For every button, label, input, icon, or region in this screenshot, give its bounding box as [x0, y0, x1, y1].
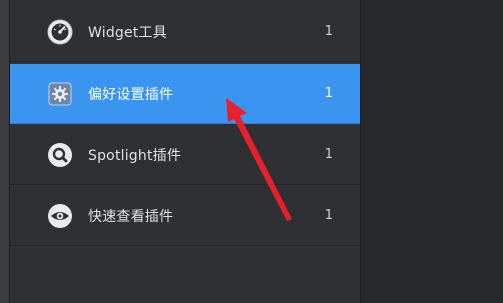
plugin-label: 快速查看插件 — [88, 208, 174, 225]
gear-icon — [45, 79, 75, 109]
plugin-row-spotlight[interactable]: Spotlight插件 1 — [10, 125, 360, 185]
plugin-label: 偏好设置插件 — [88, 86, 174, 103]
dashboard-icon — [45, 17, 75, 47]
detail-pane — [361, 0, 503, 303]
plugin-row-preferences[interactable]: 偏好设置插件 1 — [10, 64, 360, 124]
plugin-count: 1 — [324, 86, 333, 101]
eye-icon — [45, 201, 75, 231]
plugin-label: Widget工具 — [88, 24, 167, 41]
plugin-label: Spotlight插件 — [88, 147, 182, 164]
magnifier-icon — [45, 140, 75, 170]
plugin-manager-window: Widget工具 1 偏好设置插件 1 Spotlight插件 1 快速查看插件… — [0, 0, 503, 303]
plugin-row-quicklook[interactable]: 快速查看插件 1 — [10, 186, 360, 246]
plugin-count: 1 — [324, 147, 333, 162]
plugin-count: 1 — [324, 208, 333, 223]
plugin-row-widget[interactable]: Widget工具 1 — [10, 2, 360, 62]
plugin-count: 1 — [324, 24, 333, 39]
window-left-edge — [0, 0, 10, 303]
